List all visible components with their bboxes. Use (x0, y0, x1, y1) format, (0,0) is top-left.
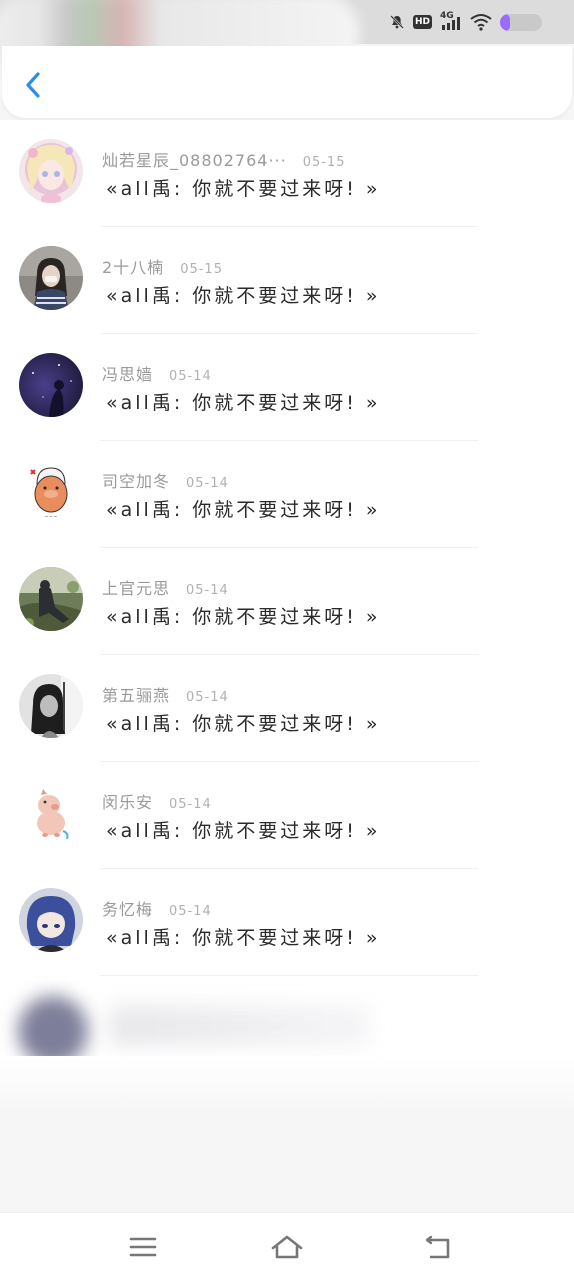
status-icons: HD 4G (389, 11, 542, 32)
sender-name: 灿若星辰_08802764··· (102, 151, 287, 170)
sender-name: 司空加冬 (102, 472, 171, 491)
screen: HD 4G 灿若星辰_08802764··· 05-15 «all禹: 你就不要… (0, 0, 574, 1280)
menu-icon (129, 1237, 157, 1257)
hd-badge: HD (412, 15, 432, 29)
girl-photo-avatar[interactable] (19, 246, 83, 310)
message-meta: 上官元思 05-14 (102, 575, 229, 599)
message-meta: 闵乐安 05-14 (102, 789, 212, 813)
message-text: «all禹: 你就不要过来呀! » (106, 392, 381, 414)
message-date: 05-14 (169, 369, 212, 384)
message-meta: 务忆梅 05-14 (102, 896, 212, 920)
message-meta: 司空加冬 05-14 (102, 468, 229, 492)
back-button[interactable] (20, 68, 48, 102)
system-nav-bar (0, 1212, 574, 1280)
message-date: 05-14 (186, 476, 229, 491)
list-item[interactable]: ~ ~ ~ 司空加冬 05-14 «all禹: 你就不要过来呀! » (0, 441, 574, 548)
night-sky-avatar[interactable] (19, 353, 83, 417)
list-item[interactable]: 第五骊燕 05-14 «all禹: 你就不要过来呀! » (0, 655, 574, 762)
sender-name: 务忆梅 (102, 900, 154, 919)
anime-girl-avatar[interactable] (19, 139, 83, 203)
list-item[interactable]: 2十八楠 05-15 «all禹: 你就不要过来呀! » (0, 227, 574, 334)
battery-icon (500, 13, 542, 31)
message-text: «all禹: 你就不要过来呀! » (106, 178, 381, 200)
list-item[interactable]: 务忆梅 05-14 «all禹: 你就不要过来呀! » (0, 869, 574, 976)
status-bar: HD 4G (0, 0, 574, 72)
list-item[interactable]: 上官元思 05-14 «all禹: 你就不要过来呀! » (0, 548, 574, 655)
home-icon (271, 1235, 303, 1259)
message-date: 05-14 (186, 690, 229, 705)
message-meta: 第五骊燕 05-14 (102, 682, 229, 706)
home-button[interactable] (270, 1233, 304, 1263)
network-signal: 4G (440, 11, 462, 31)
message-list: 灿若星辰_08802764··· 05-15 «all禹: 你就不要过来呀! » (0, 120, 574, 976)
signal-bars-icon (442, 17, 460, 30)
message-date: 05-14 (169, 904, 212, 919)
back-nav-button[interactable] (422, 1233, 456, 1263)
message-text: «all禹: 你就不要过来呀! » (106, 285, 381, 307)
cartoon-sticker-avatar[interactable]: ~ ~ ~ (19, 460, 83, 524)
sender-name: 冯思嫱 (102, 365, 154, 384)
list-item[interactable]: 闵乐安 05-14 «all禹: 你就不要过来呀! » (0, 762, 574, 869)
menu-button[interactable] (126, 1233, 160, 1263)
battery-level (500, 13, 510, 31)
back-arrow-icon (425, 1235, 450, 1259)
message-date: 05-14 (169, 797, 212, 812)
message-date: 05-15 (180, 262, 223, 277)
list-item[interactable]: 冯思嫱 05-14 «all禹: 你就不要过来呀! » (0, 334, 574, 441)
fade-overlay (0, 1056, 574, 1116)
svg-text:~ ~ ~: ~ ~ ~ (45, 514, 58, 519)
blurred-text (110, 1006, 370, 1046)
sender-name: 2十八楠 (102, 258, 165, 277)
anime-blue-hair-avatar[interactable] (19, 888, 83, 952)
sender-name: 第五骊燕 (102, 686, 171, 705)
message-text: «all禹: 你就不要过来呀! » (106, 499, 381, 521)
message-text: «all禹: 你就不要过来呀! » (106, 820, 381, 842)
cartoon-pig-avatar[interactable] (19, 781, 83, 845)
sender-name: 上官元思 (102, 579, 171, 598)
wifi-icon (470, 14, 492, 31)
message-date: 05-15 (302, 155, 346, 170)
outdoor-photo-avatar[interactable] (19, 567, 83, 631)
bw-portrait-avatar[interactable] (19, 674, 83, 738)
message-text: «all禹: 你就不要过来呀! » (106, 606, 381, 628)
blurred-list-item (0, 976, 574, 1116)
message-text: «all禹: 你就不要过来呀! » (106, 927, 381, 949)
mute-bell-icon (390, 15, 404, 29)
chevron-left-icon (26, 72, 40, 98)
list-item[interactable]: 灿若星辰_08802764··· 05-15 «all禹: 你就不要过来呀! » (0, 120, 574, 227)
sender-name: 闵乐安 (102, 793, 154, 812)
message-meta: 灿若星辰_08802764··· 05-15 (102, 147, 345, 171)
message-text: «all禹: 你就不要过来呀! » (106, 713, 381, 735)
message-meta: 冯思嫱 05-14 (102, 361, 212, 385)
message-date: 05-14 (186, 583, 229, 598)
message-meta: 2十八楠 05-15 (102, 254, 223, 278)
header-bar (2, 46, 572, 118)
